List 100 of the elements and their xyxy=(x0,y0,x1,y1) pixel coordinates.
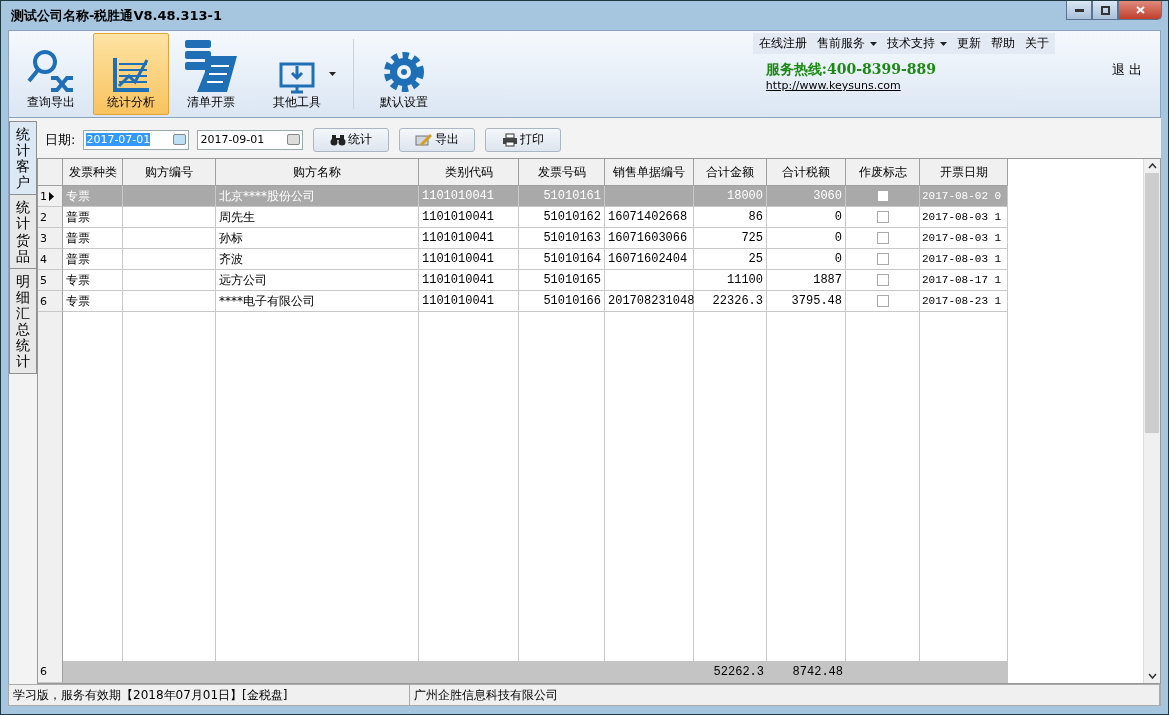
table-cell: 普票 xyxy=(63,249,123,270)
scroll-down-icon[interactable] xyxy=(1147,673,1157,679)
total-amount: 52262.3 xyxy=(712,665,765,679)
table-cell: 0 xyxy=(767,249,846,270)
window-title: 测试公司名称-税胜通V8.48.313-1 xyxy=(11,6,223,25)
side-tab[interactable]: 统计货品 xyxy=(9,194,37,269)
table-cell: 齐波 xyxy=(216,249,419,270)
ribbon-button[interactable]: 清单开票 xyxy=(173,33,249,115)
column-header[interactable]: 购方名称 xyxy=(216,159,419,186)
printer-icon xyxy=(502,132,519,147)
column-header[interactable]: 发票种类 xyxy=(63,159,123,186)
table-cell: 2017-08-23 1 xyxy=(920,291,1008,312)
table-cell: 1887 xyxy=(767,270,846,291)
date-to-field[interactable]: 2017-09-01 xyxy=(197,129,304,150)
toolbar-button[interactable]: 导出 xyxy=(399,127,476,152)
menu-item[interactable]: 售前服务 xyxy=(817,35,877,52)
close-button[interactable] xyxy=(1118,1,1162,20)
table-cell: 25 xyxy=(694,249,767,270)
ribbon-button[interactable]: 统计分析 xyxy=(93,33,169,115)
table-cell: 普票 xyxy=(63,228,123,249)
minimize-button[interactable] xyxy=(1066,1,1092,20)
license-status: 学习版，服务有效期【2018年07月01日】[金税盘] xyxy=(9,685,410,705)
table-cell: 51010164 xyxy=(519,249,605,270)
vertical-scrollbar[interactable] xyxy=(1143,159,1160,683)
column-header[interactable]: 发票号码 xyxy=(519,159,605,186)
checkbox[interactable] xyxy=(876,253,889,265)
checkbox[interactable] xyxy=(876,190,889,202)
table-cell: 2017-08-03 1 xyxy=(920,228,1008,249)
table-cell: 725 xyxy=(694,228,767,249)
table-cell: 远方公司 xyxy=(216,270,419,291)
current-row-icon xyxy=(49,191,54,201)
table-cell: 0 xyxy=(767,207,846,228)
minimize-icon xyxy=(1074,8,1084,12)
table-cell: 1101010041 xyxy=(419,291,519,312)
table-cell: 1101010041 xyxy=(419,270,519,291)
ribbon-button[interactable]: 其他工具 xyxy=(253,33,341,115)
column-header[interactable]: 类别代码 xyxy=(419,159,519,186)
column-header[interactable]: 开票日期 xyxy=(920,159,1008,186)
table-cell: 1101010041 xyxy=(419,186,519,207)
side-tab[interactable]: 明细汇总统计 xyxy=(9,267,37,375)
table-cell: 51010163 xyxy=(519,228,605,249)
table-cell: 1101010041 xyxy=(419,207,519,228)
table-cell: 86 xyxy=(694,207,767,228)
column-header[interactable]: 合计金额 xyxy=(694,159,767,186)
table-cell: 1101010041 xyxy=(419,228,519,249)
column-header[interactable]: 合计税额 xyxy=(767,159,846,186)
row-number: 2 xyxy=(38,207,63,228)
maximize-button[interactable] xyxy=(1092,1,1118,20)
table-cell: 1101010041 xyxy=(419,249,519,270)
menu-item[interactable]: 在线注册 xyxy=(759,35,807,52)
website-link[interactable]: http://www.keysuns.com xyxy=(765,79,1022,92)
menu-item[interactable]: 帮助 xyxy=(991,35,1015,52)
table-cell: 51010162 xyxy=(519,207,605,228)
calendar-icon xyxy=(287,134,301,145)
checkbox[interactable] xyxy=(876,211,889,223)
list-document-icon xyxy=(183,38,239,94)
menu-item[interactable]: 技术支持 xyxy=(887,35,947,52)
table-cell: 普票 xyxy=(63,207,123,228)
row-count: 6 xyxy=(38,661,63,683)
ribbon-button[interactable]: 默认设置 xyxy=(366,33,442,115)
table-cell: 专票 xyxy=(63,291,123,312)
column-header[interactable]: 销售单据编号 xyxy=(605,159,694,186)
date-label: 日期: xyxy=(45,130,76,149)
table-cell: 51010166 xyxy=(519,291,605,312)
ribbon-button[interactable]: 查询导出 xyxy=(13,33,89,115)
table-cell: 51010165 xyxy=(519,270,605,291)
company-status: 广州企胜信息科技有限公司 xyxy=(410,685,1160,705)
exit-button[interactable]: 退 出 xyxy=(1111,61,1142,79)
column-header[interactable]: 作废标志 xyxy=(846,159,920,186)
table-cell: 16071603066 xyxy=(605,228,694,249)
table-cell: 北京****股份公司 xyxy=(216,186,419,207)
column-header[interactable]: 购方编号 xyxy=(123,159,216,186)
table-cell: 孙标 xyxy=(216,228,419,249)
checkbox[interactable] xyxy=(876,295,889,307)
side-tab[interactable]: 统计客户 xyxy=(9,121,37,196)
menu-item[interactable]: 关于 xyxy=(1025,35,1049,52)
toolbar-button[interactable]: 统计 xyxy=(313,127,390,152)
table-cell: 2017-08-03 1 xyxy=(920,249,1008,270)
total-tax: 8742.48 xyxy=(791,665,844,679)
table-cell: 3060 xyxy=(767,186,846,207)
table-cell: 22326.3 xyxy=(694,291,767,312)
maximize-icon xyxy=(1100,5,1110,15)
checkbox[interactable] xyxy=(876,274,889,286)
menu-item[interactable]: 更新 xyxy=(957,35,981,52)
table-cell: 18000 xyxy=(694,186,767,207)
hotline-text: 服务热线:400-8399-889 xyxy=(765,61,938,79)
scroll-up-icon[interactable] xyxy=(1147,163,1157,169)
checkbox[interactable] xyxy=(876,232,889,244)
close-icon xyxy=(1135,6,1145,14)
table-cell: 0 xyxy=(767,228,846,249)
row-number: 5 xyxy=(38,270,63,291)
table-cell: 16071602404 xyxy=(605,249,694,270)
table-cell: 专票 xyxy=(63,186,123,207)
table-cell: 2017-08-02 0 xyxy=(920,186,1008,207)
row-number: 1 xyxy=(38,186,63,207)
monitor-download-icon xyxy=(279,60,315,94)
table-cell: 11100 xyxy=(694,270,767,291)
table-cell: 2017-08-17 1 xyxy=(920,270,1008,291)
table-cell: ****电子有限公司 xyxy=(216,291,419,312)
toolbar-button[interactable]: 打印 xyxy=(485,127,562,152)
